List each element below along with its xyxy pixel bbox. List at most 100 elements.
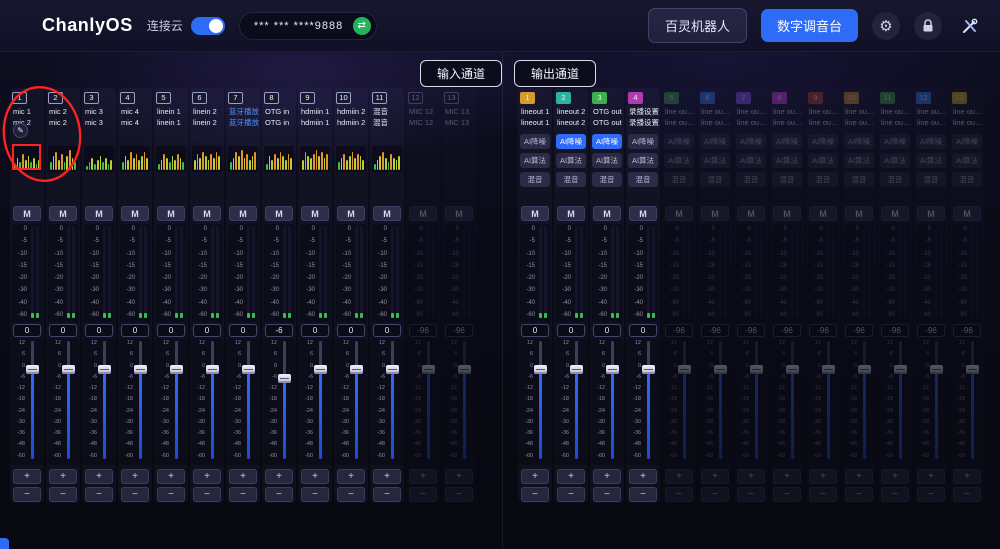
- mix-button[interactable]: 混音: [700, 172, 730, 187]
- ai-algorithm-button[interactable]: AI算法: [808, 153, 838, 168]
- mute-button[interactable]: M: [445, 206, 473, 221]
- fader-track[interactable]: [31, 341, 34, 459]
- mix-button[interactable]: 混音: [772, 172, 802, 187]
- fader-thumb[interactable]: [386, 365, 399, 374]
- mute-button[interactable]: M: [373, 206, 401, 221]
- mix-button[interactable]: 混音: [520, 172, 550, 187]
- robot-button[interactable]: 百灵机器人: [648, 8, 747, 43]
- ai-noise-reduction-button[interactable]: AI降噪: [628, 134, 658, 149]
- fader-thumb[interactable]: [62, 365, 75, 374]
- increment-button[interactable]: +: [337, 469, 365, 484]
- increment-button[interactable]: +: [557, 469, 585, 484]
- mute-button[interactable]: M: [701, 206, 729, 221]
- fader-thumb[interactable]: [822, 365, 835, 374]
- gain-value[interactable]: -96: [773, 324, 801, 337]
- mute-button[interactable]: M: [409, 206, 437, 221]
- fader-track[interactable]: [319, 341, 322, 459]
- mute-button[interactable]: M: [665, 206, 693, 221]
- fader-track[interactable]: [539, 341, 542, 459]
- ai-noise-reduction-button[interactable]: AI降噪: [664, 134, 694, 149]
- gain-value[interactable]: -96: [665, 324, 693, 337]
- increment-button[interactable]: +: [265, 469, 293, 484]
- fader-track[interactable]: [139, 341, 142, 459]
- mute-button[interactable]: M: [953, 206, 981, 221]
- increment-button[interactable]: +: [845, 469, 873, 484]
- gain-value[interactable]: 0: [373, 324, 401, 337]
- mute-button[interactable]: M: [265, 206, 293, 221]
- fader-thumb[interactable]: [570, 365, 583, 374]
- mix-button[interactable]: 混音: [808, 172, 838, 187]
- increment-button[interactable]: +: [953, 469, 981, 484]
- fader-thumb[interactable]: [350, 365, 363, 374]
- fader-thumb[interactable]: [714, 365, 727, 374]
- ai-algorithm-button[interactable]: AI算法: [556, 153, 586, 168]
- fader-track[interactable]: [719, 341, 722, 459]
- increment-button[interactable]: +: [445, 469, 473, 484]
- gain-value[interactable]: 0: [13, 324, 41, 337]
- fader-thumb[interactable]: [134, 365, 147, 374]
- ai-algorithm-button[interactable]: AI算法: [736, 153, 766, 168]
- increment-button[interactable]: +: [373, 469, 401, 484]
- fader-track[interactable]: [899, 341, 902, 459]
- increment-button[interactable]: +: [629, 469, 657, 484]
- edit-channel-icon[interactable]: ✎: [13, 123, 28, 138]
- mute-button[interactable]: M: [521, 206, 549, 221]
- fader-track[interactable]: [463, 341, 466, 459]
- mix-button[interactable]: 混音: [628, 172, 658, 187]
- decrement-button[interactable]: −: [521, 487, 549, 502]
- fader-thumb[interactable]: [278, 374, 291, 383]
- mute-button[interactable]: M: [845, 206, 873, 221]
- mute-button[interactable]: M: [157, 206, 185, 221]
- fader-thumb[interactable]: [458, 365, 471, 374]
- ai-noise-reduction-button[interactable]: AI降噪: [700, 134, 730, 149]
- ai-noise-reduction-button[interactable]: AI降噪: [916, 134, 946, 149]
- gain-value[interactable]: 0: [121, 324, 149, 337]
- mix-button[interactable]: 混音: [916, 172, 946, 187]
- mute-button[interactable]: M: [917, 206, 945, 221]
- fader-thumb[interactable]: [170, 365, 183, 374]
- mix-button[interactable]: 混音: [952, 172, 982, 187]
- fader-track[interactable]: [647, 341, 650, 459]
- mute-button[interactable]: M: [809, 206, 837, 221]
- mute-button[interactable]: M: [301, 206, 329, 221]
- ai-noise-reduction-button[interactable]: AI降噪: [880, 134, 910, 149]
- fader-thumb[interactable]: [98, 365, 111, 374]
- ai-algorithm-button[interactable]: AI算法: [520, 153, 550, 168]
- fader-thumb[interactable]: [26, 365, 39, 374]
- fader-thumb[interactable]: [534, 365, 547, 374]
- fader-thumb[interactable]: [642, 365, 655, 374]
- mute-button[interactable]: M: [337, 206, 365, 221]
- ai-noise-reduction-button[interactable]: AI降噪: [556, 134, 586, 149]
- mute-button[interactable]: M: [737, 206, 765, 221]
- ai-algorithm-button[interactable]: AI算法: [664, 153, 694, 168]
- ai-noise-reduction-button[interactable]: AI降噪: [808, 134, 838, 149]
- mute-button[interactable]: M: [229, 206, 257, 221]
- gain-value[interactable]: 0: [157, 324, 185, 337]
- decrement-button[interactable]: −: [701, 487, 729, 502]
- decrement-button[interactable]: −: [157, 487, 185, 502]
- decrement-button[interactable]: −: [301, 487, 329, 502]
- fader-track[interactable]: [755, 341, 758, 459]
- gain-value[interactable]: 0: [521, 324, 549, 337]
- gain-value[interactable]: -96: [881, 324, 909, 337]
- fader-thumb[interactable]: [894, 365, 907, 374]
- fader-thumb[interactable]: [314, 365, 327, 374]
- fader-thumb[interactable]: [422, 365, 435, 374]
- mute-button[interactable]: M: [557, 206, 585, 221]
- fader-track[interactable]: [611, 341, 614, 459]
- mix-button[interactable]: 混音: [592, 172, 622, 187]
- ai-noise-reduction-button[interactable]: AI降噪: [952, 134, 982, 149]
- fader-track[interactable]: [427, 341, 430, 459]
- mix-button[interactable]: 混音: [736, 172, 766, 187]
- device-switch-icon[interactable]: ⇄: [353, 17, 371, 35]
- decrement-button[interactable]: −: [121, 487, 149, 502]
- ai-noise-reduction-button[interactable]: AI降噪: [772, 134, 802, 149]
- ai-algorithm-button[interactable]: AI算法: [772, 153, 802, 168]
- fader-thumb[interactable]: [242, 365, 255, 374]
- fader-track[interactable]: [103, 341, 106, 459]
- decrement-button[interactable]: −: [557, 487, 585, 502]
- decrement-button[interactable]: −: [629, 487, 657, 502]
- increment-button[interactable]: +: [49, 469, 77, 484]
- ai-algorithm-button[interactable]: AI算法: [880, 153, 910, 168]
- mute-button[interactable]: M: [49, 206, 77, 221]
